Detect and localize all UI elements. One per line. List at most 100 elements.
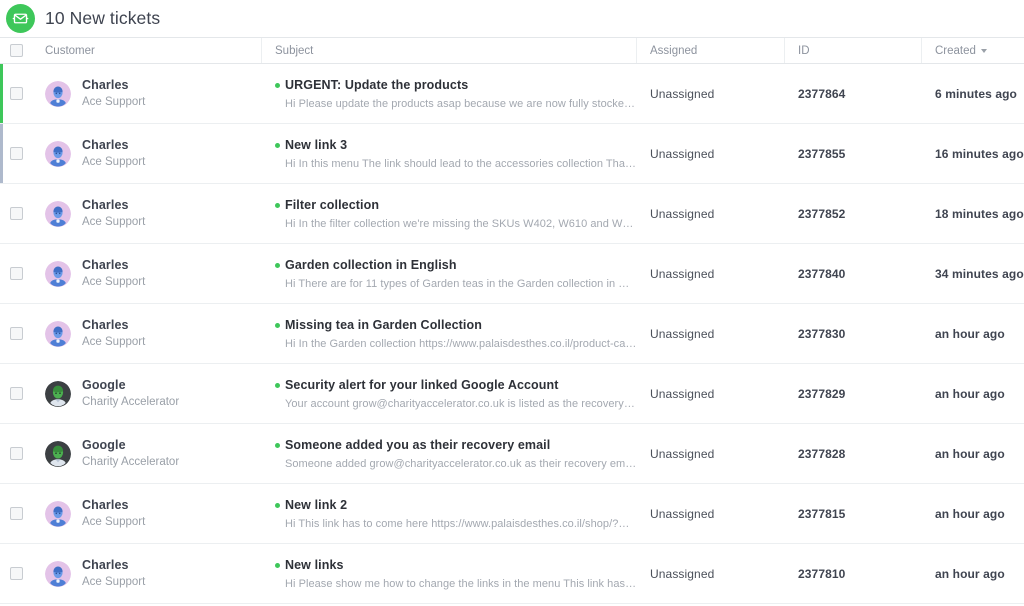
subject-cell[interactable]: New link 3Hi In this menu The link shoul… (262, 124, 637, 183)
customer-cell[interactable]: CharlesAce Support (32, 484, 262, 543)
table-row[interactable]: CharlesAce SupportURGENT: Update the pro… (0, 64, 1024, 124)
row-select-cell[interactable] (0, 364, 32, 423)
table-row[interactable]: CharlesAce SupportNew link 3Hi In this m… (0, 124, 1024, 184)
customer-cell[interactable]: CharlesAce Support (32, 244, 262, 303)
row-status-marker (0, 484, 3, 543)
subject-preview: Hi This link has to come here https://ww… (285, 518, 637, 530)
row-select-checkbox[interactable] (10, 207, 23, 220)
assigned-cell[interactable]: Unassigned (637, 364, 785, 423)
id-cell[interactable]: 2377829 (785, 364, 922, 423)
created-value: an hour ago (935, 567, 1005, 581)
row-select-checkbox[interactable] (10, 507, 23, 520)
chevron-down-icon[interactable] (981, 49, 987, 53)
row-select-cell[interactable] (0, 184, 32, 243)
row-select-cell[interactable] (0, 124, 32, 183)
row-status-marker (0, 544, 3, 603)
table-row[interactable]: GoogleCharity Accelerator Someone added y… (0, 424, 1024, 484)
column-header-subject[interactable]: Subject (262, 38, 637, 63)
assigned-cell[interactable]: Unassigned (637, 184, 785, 243)
assigned-cell[interactable]: Unassigned (637, 244, 785, 303)
row-select-cell[interactable] (0, 64, 32, 123)
table-row[interactable]: CharlesAce SupportNew linksHi Please sho… (0, 544, 1024, 604)
row-select-checkbox[interactable] (10, 87, 23, 100)
subject-cell[interactable]: URGENT: Update the productsHi Please upd… (262, 64, 637, 123)
row-select-cell[interactable] (0, 484, 32, 543)
assigned-cell[interactable]: Unassigned (637, 124, 785, 183)
created-cell[interactable]: an hour ago (922, 304, 1024, 363)
customer-cell[interactable]: CharlesAce Support (32, 304, 262, 363)
assigned-cell[interactable]: Unassigned (637, 424, 785, 483)
row-select-cell[interactable] (0, 244, 32, 303)
assigned-cell[interactable]: Unassigned (637, 64, 785, 123)
row-select-checkbox[interactable] (10, 447, 23, 460)
page-header: 10 New tickets (0, 0, 1024, 37)
assigned-cell[interactable]: Unassigned (637, 304, 785, 363)
created-cell[interactable]: an hour ago (922, 544, 1024, 603)
column-header-assigned[interactable]: Assigned (637, 38, 785, 63)
customer-cell[interactable]: CharlesAce Support (32, 184, 262, 243)
table-row[interactable]: CharlesAce SupportMissing tea in Garden … (0, 304, 1024, 364)
select-all-cell[interactable] (0, 38, 32, 63)
assigned-value: Unassigned (650, 207, 714, 221)
customer-name: Charles (82, 77, 145, 94)
table-row[interactable]: GoogleCharity AcceleratorSecurity alert … (0, 364, 1024, 424)
unread-status-dot (275, 143, 280, 148)
column-header-created-label: Created (935, 45, 976, 57)
subject-cell[interactable]: Someone added you as their recovery emai… (262, 424, 637, 483)
id-cell[interactable]: 2377840 (785, 244, 922, 303)
row-select-checkbox[interactable] (10, 327, 23, 340)
created-cell[interactable]: 16 minutes ago (922, 124, 1024, 183)
subject-cell[interactable]: Garden collection in EnglishHi There are… (262, 244, 637, 303)
created-cell[interactable]: an hour ago (922, 364, 1024, 423)
created-cell[interactable]: an hour ago (922, 484, 1024, 543)
row-select-cell[interactable] (0, 544, 32, 603)
row-status-marker (0, 124, 3, 183)
subject-title: Someone added you as their recovery emai… (285, 438, 550, 453)
customer-cell[interactable]: GoogleCharity Accelerator (32, 364, 262, 423)
avatar-google (45, 441, 71, 467)
created-cell[interactable]: an hour ago (922, 424, 1024, 483)
customer-cell[interactable]: CharlesAce Support (32, 124, 262, 183)
unread-status-dot (275, 263, 280, 268)
assigned-cell[interactable]: Unassigned (637, 544, 785, 603)
select-all-checkbox[interactable] (10, 44, 23, 57)
row-status-marker (0, 424, 3, 483)
id-cell[interactable]: 2377864 (785, 64, 922, 123)
subject-cell[interactable]: Security alert for your linked Google Ac… (262, 364, 637, 423)
inbox-icon (6, 4, 35, 33)
assigned-cell[interactable]: Unassigned (637, 484, 785, 543)
id-cell[interactable]: 2377852 (785, 184, 922, 243)
row-select-cell[interactable] (0, 304, 32, 363)
customer-cell[interactable]: GoogleCharity Accelerator (32, 424, 262, 483)
table-row[interactable]: CharlesAce SupportFilter collectionHi In… (0, 184, 1024, 244)
row-select-checkbox[interactable] (10, 267, 23, 280)
customer-org: Charity Accelerator (82, 455, 179, 470)
created-cell[interactable]: 18 minutes ago (922, 184, 1024, 243)
column-header-customer[interactable]: Customer (32, 38, 262, 63)
ticket-id-value: 2377828 (798, 447, 845, 461)
id-cell[interactable]: 2377810 (785, 544, 922, 603)
row-select-cell[interactable] (0, 424, 32, 483)
subject-cell[interactable]: Missing tea in Garden CollectionHi In th… (262, 304, 637, 363)
id-cell[interactable]: 2377815 (785, 484, 922, 543)
created-cell[interactable]: 34 minutes ago (922, 244, 1024, 303)
row-select-checkbox[interactable] (10, 387, 23, 400)
row-select-checkbox[interactable] (10, 147, 23, 160)
subject-cell[interactable]: Filter collectionHi In the filter collec… (262, 184, 637, 243)
table-row[interactable]: CharlesAce SupportGarden collection in E… (0, 244, 1024, 304)
subject-cell[interactable]: New link 2 Hi This link has to come here … (262, 484, 637, 543)
id-cell[interactable]: 2377828 (785, 424, 922, 483)
row-status-marker (0, 184, 3, 243)
column-header-created[interactable]: Created (922, 38, 1024, 63)
subject-cell[interactable]: New linksHi Please show me how to change… (262, 544, 637, 603)
avatar-google (45, 381, 71, 407)
column-header-id[interactable]: ID (785, 38, 922, 63)
id-cell[interactable]: 2377855 (785, 124, 922, 183)
table-row[interactable]: CharlesAce Support New link 2 Hi This link… (0, 484, 1024, 544)
id-cell[interactable]: 2377830 (785, 304, 922, 363)
created-cell[interactable]: 6 minutes ago (922, 64, 1024, 123)
customer-cell[interactable]: CharlesAce Support (32, 544, 262, 603)
customer-cell[interactable]: CharlesAce Support (32, 64, 262, 123)
subject-title: New link 2 (285, 498, 347, 513)
row-select-checkbox[interactable] (10, 567, 23, 580)
